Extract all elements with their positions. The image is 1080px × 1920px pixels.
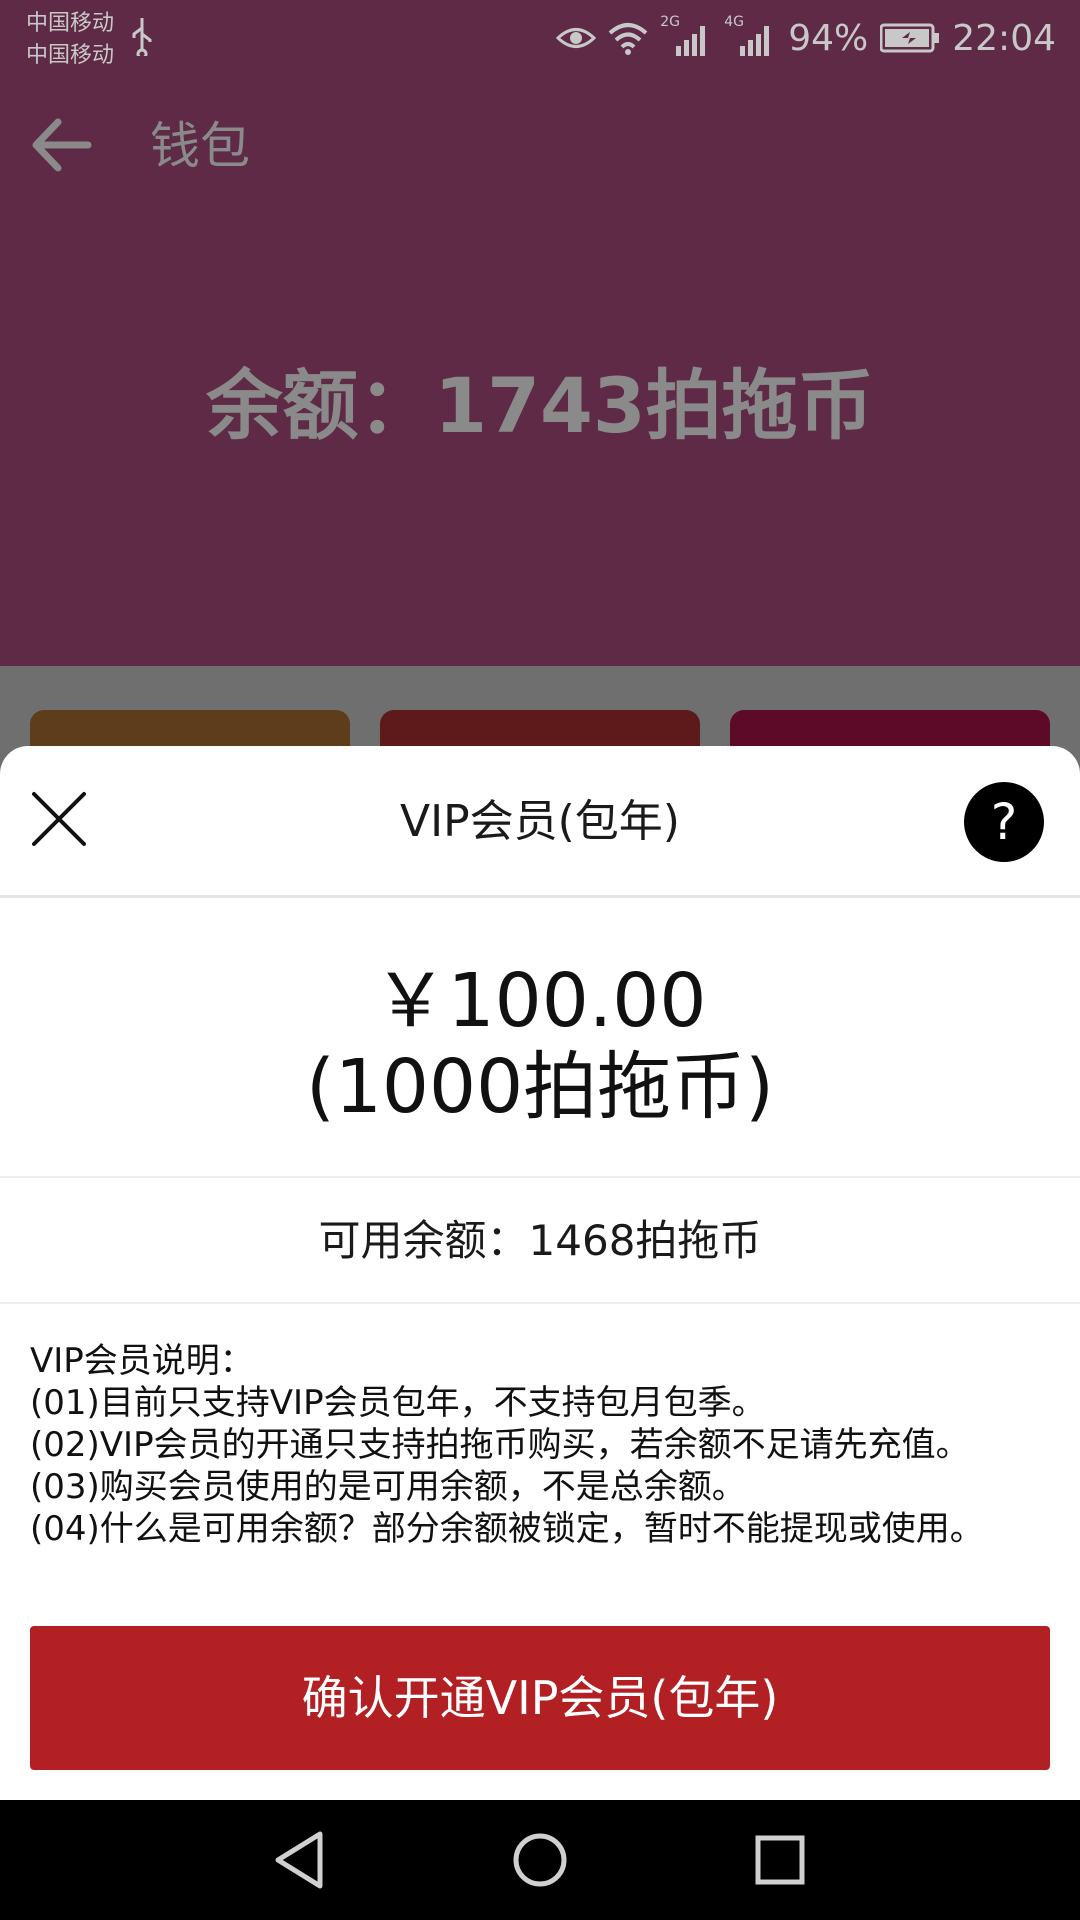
sheet-title: VIP会员(包年)	[400, 796, 680, 847]
note-item: (03)购买会员使用的是可用余额，不是总余额。	[30, 1467, 746, 1507]
help-icon[interactable]: ?	[964, 782, 1044, 862]
page-title: 钱包	[150, 117, 250, 175]
signal-2g: 2G	[660, 14, 712, 58]
navigation-bar	[0, 1800, 1080, 1920]
status-bar: 中国移动 中国移动 2G 4G 94% 22:04	[0, 0, 1080, 76]
status-icons: 2G 4G 94% 22:04	[556, 8, 1056, 68]
vip-notes: VIP会员说明： (01)目前只支持VIP会员包年，不支持包月包季。 (02)V…	[0, 1304, 1080, 1624]
nav-back-icon[interactable]	[260, 1820, 340, 1900]
balance-area: 余额：1743拍拖币	[0, 216, 1080, 666]
price-block: ￥100.00 (1000拍拖币)	[0, 898, 1080, 1178]
signal-icon	[740, 26, 770, 56]
battery-icon	[880, 23, 940, 53]
note-item: (04)什么是可用余额？部分余额被锁定，暂时不能提现或使用。	[30, 1509, 984, 1549]
clock: 22:04	[952, 17, 1056, 59]
price-amount: ￥100.00	[373, 958, 707, 1044]
price-coins: (1000拍拖币)	[305, 1044, 775, 1130]
eye-icon	[556, 28, 597, 48]
nav-recents-icon[interactable]	[740, 1820, 820, 1900]
available-balance: 可用余额：1468拍拖币	[0, 1178, 1080, 1304]
sheet-header: VIP会员(包年) ?	[0, 746, 1080, 898]
vip-purchase-sheet: VIP会员(包年) ? ￥100.00 (1000拍拖币) 可用余额：1468拍…	[0, 746, 1080, 1800]
carrier-info: 中国移动 中国移动	[26, 8, 114, 72]
battery-percent: 94%	[788, 17, 869, 59]
carrier-1: 中国移动	[26, 11, 115, 36]
confirm-vip-button[interactable]: 确认开通VIP会员(包年)	[30, 1626, 1050, 1770]
screen: 中国移动 中国移动 2G 4G 94% 22:04 钱包 余额：1743拍拖币 …	[0, 0, 1080, 1920]
back-arrow-icon[interactable]	[28, 112, 94, 178]
signal-4g: 4G	[724, 14, 776, 58]
wifi-icon	[608, 23, 648, 55]
nav-home-icon[interactable]	[500, 1820, 580, 1900]
app-header: 钱包	[0, 76, 1080, 216]
note-item: (02)VIP会员的开通只支持拍拖币购买，若余额不足请先充值。	[30, 1425, 970, 1465]
notes-heading: VIP会员说明：	[30, 1341, 254, 1381]
note-item: (01)目前只支持VIP会员包年，不支持包月包季。	[30, 1383, 766, 1423]
usb-icon	[132, 18, 152, 56]
signal-icon	[676, 26, 706, 56]
balance-text: 余额：1743拍拖币	[206, 361, 874, 450]
carrier-2: 中国移动	[26, 43, 115, 68]
